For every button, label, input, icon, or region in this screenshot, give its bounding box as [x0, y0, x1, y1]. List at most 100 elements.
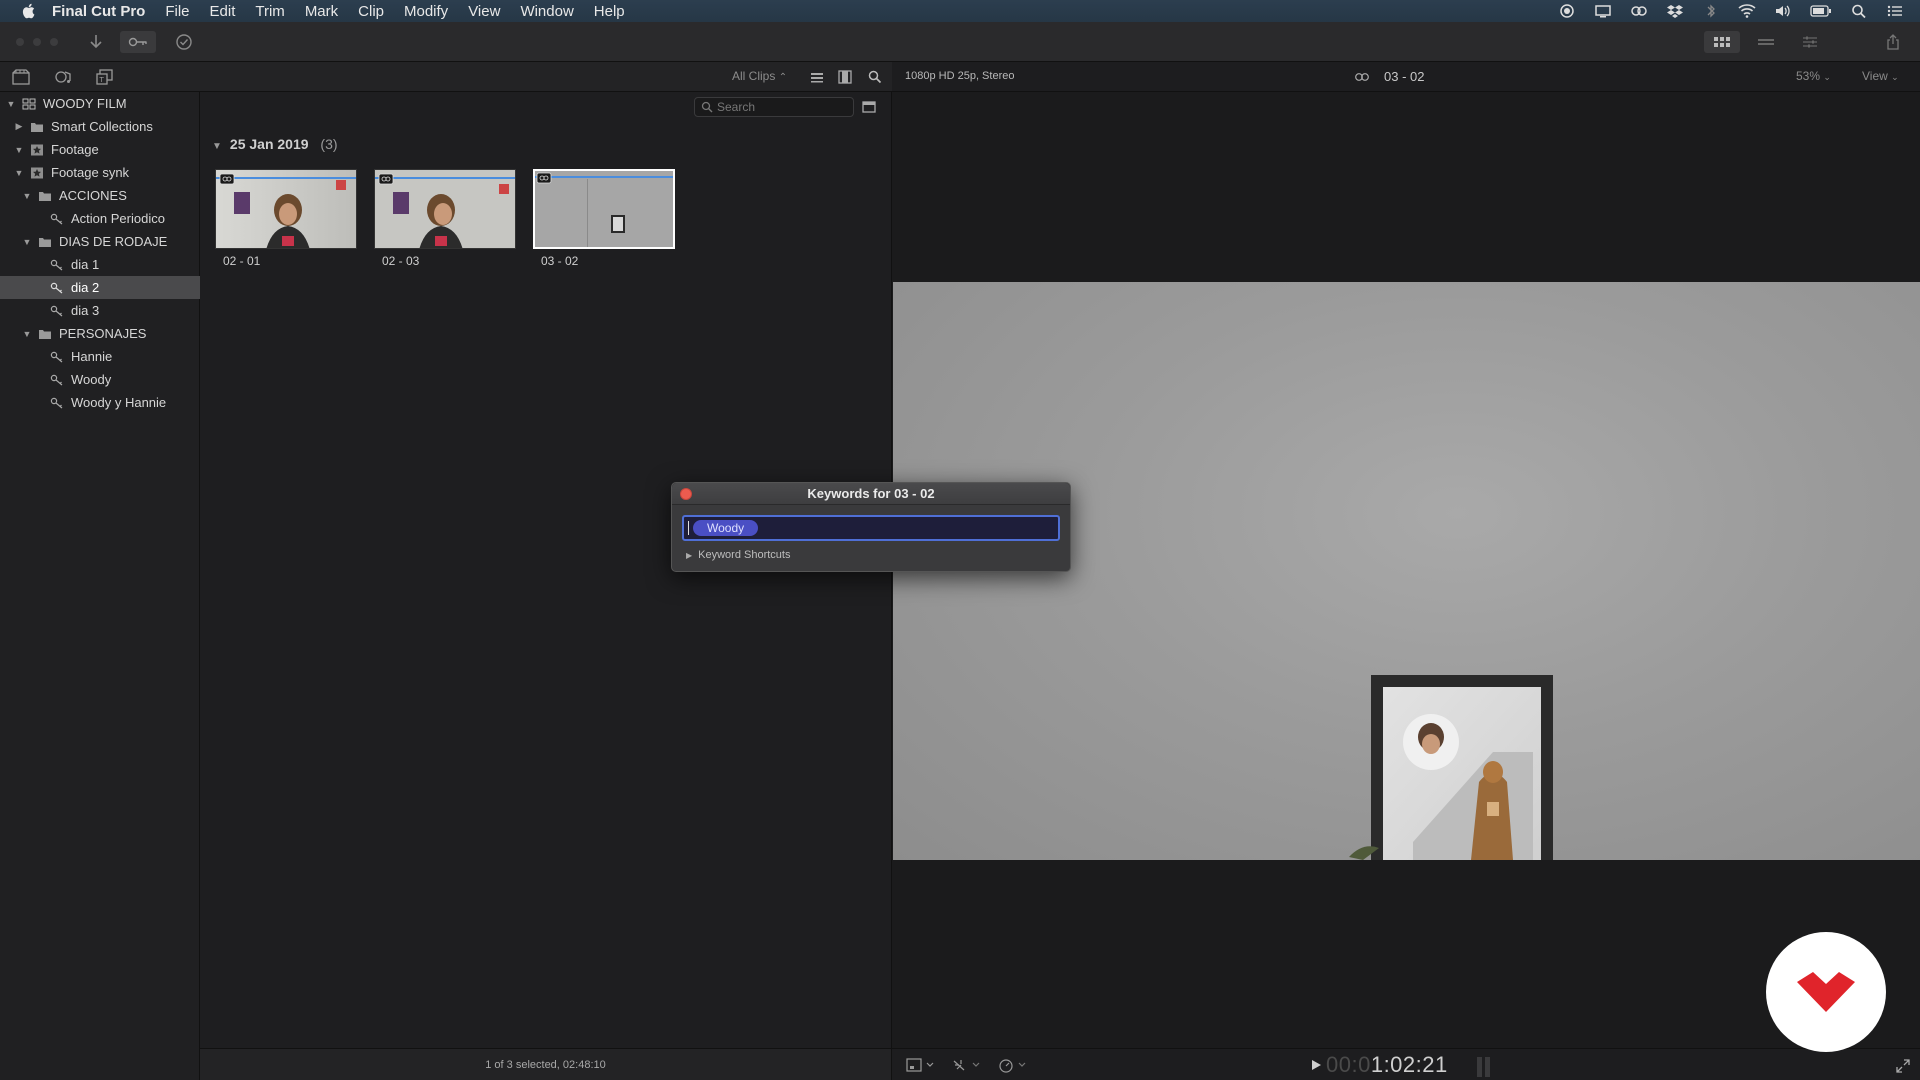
menu-file[interactable]: File	[165, 3, 189, 20]
menu-trim[interactable]: Trim	[255, 3, 284, 20]
folder-icon	[39, 191, 51, 201]
menu-clip[interactable]: Clip	[358, 3, 384, 20]
disclosure-triangle-open-icon[interactable]: ▼	[22, 191, 32, 201]
timeline-icon	[1758, 39, 1774, 45]
disclosure-triangle-open-icon[interactable]: ▼	[14, 168, 24, 178]
library-row-dia-1[interactable]: dia 1	[0, 253, 200, 276]
workspace-timeline-button[interactable]	[1748, 31, 1784, 53]
library-row-dia-2[interactable]: dia 2	[0, 276, 200, 299]
clip-thumbnail-03-02[interactable]	[533, 169, 675, 249]
toolbar	[0, 22, 1920, 62]
library-row-footage[interactable]: ▼ Footage	[0, 138, 200, 161]
bluetooth-icon[interactable]	[1702, 3, 1720, 19]
menu-app-name[interactable]: Final Cut Pro	[52, 3, 145, 20]
dropbox-icon[interactable]	[1666, 3, 1684, 19]
menu-help[interactable]: Help	[594, 3, 625, 20]
zoom-level-dropdown[interactable]: 53% ⌄	[1796, 69, 1831, 83]
disclosure-triangle-open-icon[interactable]: ▼	[212, 141, 222, 152]
record-icon[interactable]	[1558, 3, 1576, 19]
keyword-key-button[interactable]	[120, 31, 156, 53]
spotlight-search-icon[interactable]	[1850, 3, 1868, 19]
workspace-inspector-button[interactable]	[1792, 31, 1828, 53]
library-row-label: ACCIONES	[59, 188, 127, 203]
share-icon[interactable]	[1880, 31, 1906, 53]
library-row-footage-synk[interactable]: ▼ Footage synk	[0, 161, 200, 184]
wifi-icon[interactable]	[1738, 3, 1756, 19]
library-row-personajes[interactable]: ▼ PERSONAJES	[0, 322, 200, 345]
search-input[interactable]: Search	[694, 97, 854, 117]
filter-label: All Clips	[732, 69, 776, 83]
retime-speed-icon[interactable]	[998, 1057, 1028, 1073]
selection-status: 1 of 3 selected, 02:48:10	[485, 1058, 606, 1071]
library-row-hannie[interactable]: Hannie	[0, 345, 200, 368]
chevron-down-icon: ⌄	[1891, 72, 1899, 82]
view-mode-dropdown-icon[interactable]	[906, 1057, 936, 1073]
battery-icon[interactable]	[1810, 3, 1832, 19]
close-button[interactable]	[680, 488, 692, 500]
keyword-key-icon	[50, 351, 63, 362]
disclosure-triangle-open-icon[interactable]: ▼	[14, 145, 24, 155]
library-row-woody[interactable]: Woody	[0, 368, 200, 391]
all-clips-filter[interactable]: All Clips ⌃	[732, 69, 787, 83]
library-row-label: PERSONAJES	[59, 326, 147, 341]
browser-panel-toggle-icon[interactable]	[862, 100, 876, 114]
keyword-token[interactable]: Woody	[693, 520, 759, 536]
clip-label: 02 - 01	[223, 254, 261, 268]
apple-icon[interactable]	[20, 2, 38, 20]
sliders-icon	[1803, 36, 1817, 48]
transform-tools-icon[interactable]	[952, 1057, 982, 1073]
keyword-shortcuts-toggle[interactable]: ▶ Keyword Shortcuts	[686, 549, 790, 561]
photos-audio-icon[interactable]	[54, 69, 72, 85]
libraries-icon[interactable]	[12, 69, 30, 85]
date-group-header[interactable]: ▼ 25 Jan 2019 (3)	[212, 136, 338, 152]
library-sidebar: ▼ WOODY FILM ▶ Smart Collections ▼ Foota…	[0, 92, 200, 1080]
clip-thumbnail-02-01[interactable]	[215, 169, 357, 249]
search-icon[interactable]	[868, 70, 882, 84]
audio-meters-icon[interactable]	[1474, 1055, 1494, 1077]
menu-mark[interactable]: Mark	[305, 3, 338, 20]
play-icon[interactable]	[1310, 1059, 1322, 1071]
background-tasks-icon[interactable]	[172, 31, 196, 53]
library-row-woody-y-hannie[interactable]: Woody y Hannie	[0, 391, 200, 414]
timecode-display[interactable]: 00:01:02:21	[1326, 1052, 1448, 1078]
keyword-input[interactable]: Woody	[682, 515, 1060, 541]
key-icon	[128, 37, 147, 47]
svg-text:T: T	[99, 76, 105, 84]
disclosure-triangle-open-icon[interactable]: ▼	[22, 237, 32, 247]
status-icons	[1558, 0, 1904, 22]
folder-icon	[39, 237, 51, 247]
library-icon	[22, 98, 36, 109]
filmstrip-icon[interactable]	[838, 70, 852, 84]
library-row-label: dia 3	[71, 303, 100, 318]
fullscreen-icon[interactable]	[1896, 1059, 1910, 1073]
disclosure-triangle-open-icon[interactable]: ▼	[6, 99, 16, 109]
volume-icon[interactable]	[1774, 3, 1792, 19]
library-row-label: DIAS DE RODAJE	[59, 234, 168, 249]
library-row-woody-film[interactable]: ▼ WOODY FILM	[0, 92, 200, 115]
cc-icon[interactable]	[1630, 3, 1648, 19]
library-row-label: Woody y Hannie	[71, 395, 167, 410]
menu-modify[interactable]: Modify	[404, 3, 448, 20]
menu-view[interactable]: View	[468, 3, 500, 20]
list-view-icon[interactable]	[810, 70, 824, 84]
disclosure-triangle-closed-icon[interactable]: ▶	[14, 121, 24, 132]
media-import-controls[interactable]	[10, 31, 70, 53]
view-label: View	[1862, 69, 1888, 83]
display-icon[interactable]	[1594, 3, 1612, 19]
zoom-value: 53%	[1796, 69, 1821, 83]
view-options-dropdown[interactable]: View ⌄	[1862, 69, 1899, 83]
library-row-dias-de-rodaje[interactable]: ▼ DIAS DE RODAJE	[0, 230, 200, 253]
library-row-label: Footage	[51, 142, 99, 157]
notification-center-icon[interactable]	[1886, 3, 1904, 19]
import-arrow-icon[interactable]	[86, 31, 106, 53]
clip-thumbnail-02-03[interactable]	[374, 169, 516, 249]
library-row-action-periodico[interactable]: Action Periodico	[0, 207, 200, 230]
library-row-dia-3[interactable]: dia 3	[0, 299, 200, 322]
library-row-acciones[interactable]: ▼ ACCIONES	[0, 184, 200, 207]
disclosure-triangle-open-icon[interactable]: ▼	[22, 329, 32, 339]
library-row-smart-collections[interactable]: ▶ Smart Collections	[0, 115, 200, 138]
menu-edit[interactable]: Edit	[210, 3, 236, 20]
menu-window[interactable]: Window	[520, 3, 573, 20]
workspace-browser-button[interactable]	[1704, 31, 1740, 53]
titles-generators-icon[interactable]: T	[96, 69, 114, 85]
